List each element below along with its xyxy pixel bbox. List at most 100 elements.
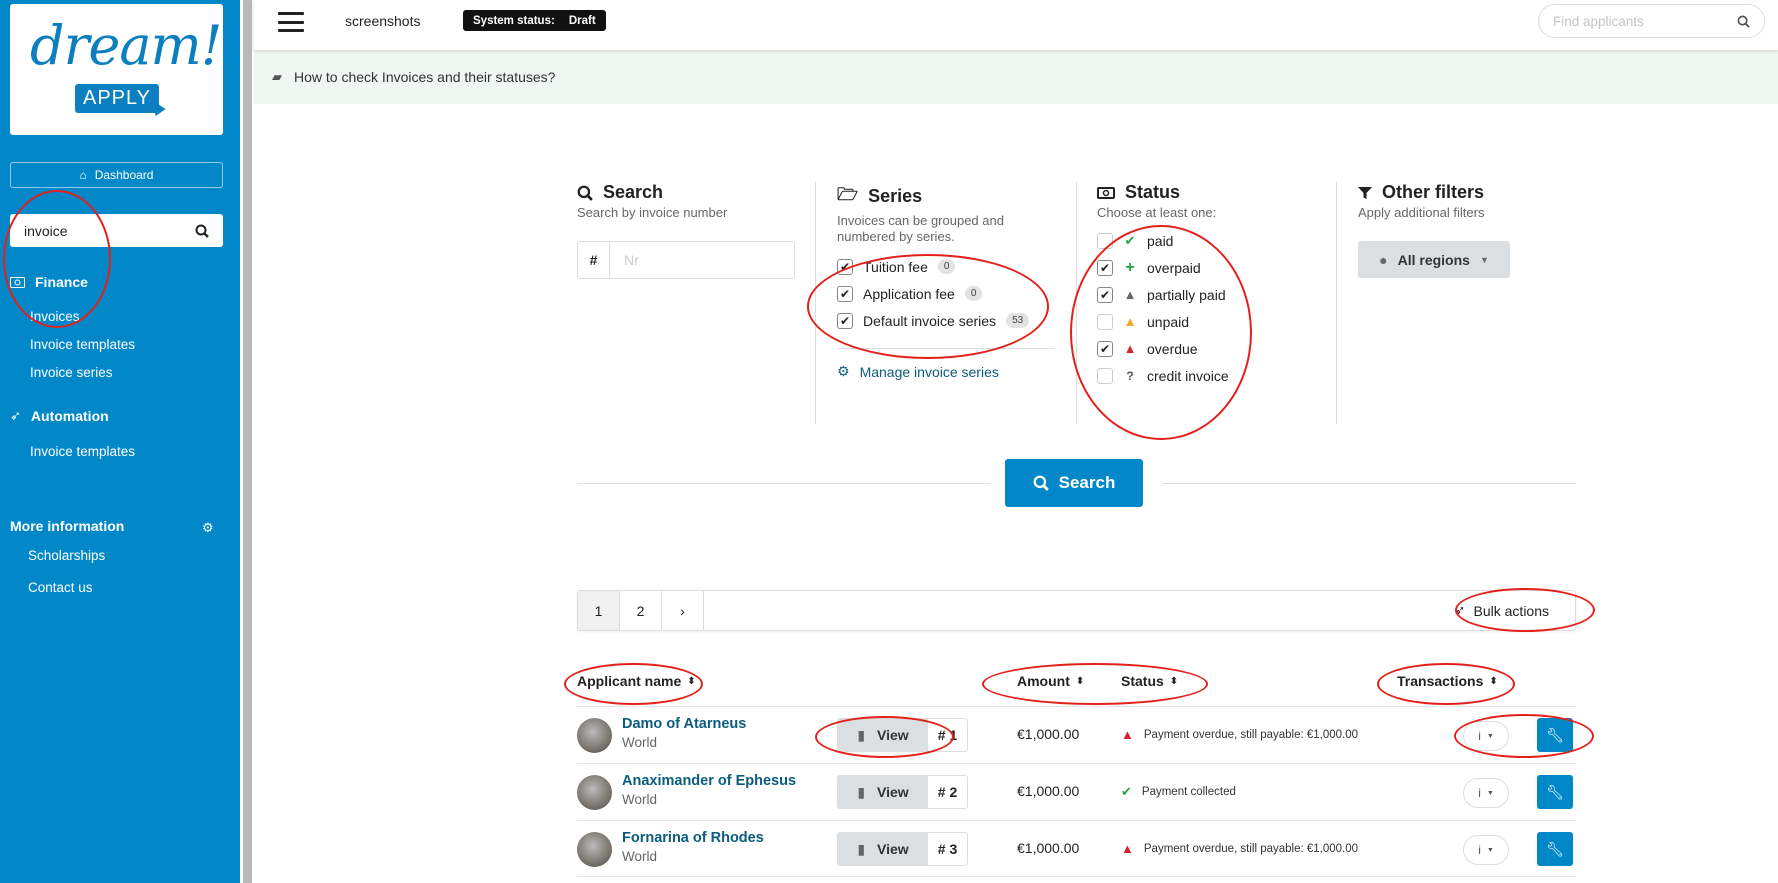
checkbox[interactable]: ✔: [837, 312, 853, 329]
view-button[interactable]: ▮ View: [838, 719, 928, 751]
series-option[interactable]: ✔ Tuition fee 0: [837, 253, 1057, 280]
file-icon: ▮: [857, 840, 866, 857]
checkbox[interactable]: ✔: [837, 258, 853, 275]
edit-button[interactable]: 🔧︎: [1537, 718, 1573, 752]
invoice-number-input[interactable]: [610, 242, 790, 278]
checkbox[interactable]: ✔: [1097, 286, 1113, 303]
payment-status: ▲ Payment overdue, still payable: €1,000.…: [1121, 727, 1358, 742]
help-text: How to check Invoices and their statuses…: [294, 69, 556, 85]
sort-transactions[interactable]: Transactions ⬍: [1397, 673, 1498, 689]
find-applicants-input[interactable]: [1553, 13, 1723, 29]
status-option-unpaid[interactable]: ▲ unpaid: [1097, 308, 1229, 335]
series-option[interactable]: ✔ Default invoice series 53: [837, 307, 1057, 334]
status-option-partially-paid[interactable]: ✔ ▲ partially paid: [1097, 281, 1229, 308]
page-2[interactable]: 2: [620, 591, 662, 630]
status-label: credit invoice: [1147, 367, 1229, 384]
sidebar-item-invoice-templates[interactable]: Invoice templates: [30, 337, 135, 352]
status-option-paid[interactable]: ✔ paid: [1097, 227, 1229, 254]
transactions-dropdown[interactable]: i ▼: [1463, 721, 1509, 751]
money-icon: [1097, 186, 1115, 199]
caret-down-icon: ▼: [1486, 732, 1494, 740]
checkbox[interactable]: [1097, 367, 1113, 384]
view-invoice: ▮ View # 3: [837, 832, 968, 866]
divider: [815, 182, 816, 424]
edit-button[interactable]: 🔧︎: [1537, 775, 1573, 809]
edit-button[interactable]: 🔧︎: [1537, 832, 1573, 866]
amount: €1,000.00: [1017, 726, 1080, 742]
filter-icon: [1358, 186, 1372, 199]
info-icon: i: [1478, 786, 1481, 800]
sidebar-item-automation-invoice-templates[interactable]: Invoice templates: [30, 444, 135, 459]
avatar[interactable]: [577, 718, 612, 753]
logo-text: dream!: [30, 14, 222, 77]
hash-prefix: #: [578, 242, 610, 278]
checkbox[interactable]: ✔: [1097, 340, 1113, 357]
applicant-region: World: [622, 849, 658, 864]
sidebar-search-input[interactable]: [24, 222, 174, 239]
search-icon[interactable]: [195, 224, 209, 238]
check-icon: ✔: [1121, 784, 1132, 799]
warning-icon: ▲: [1121, 841, 1134, 856]
caret-down-icon: ▼: [1486, 846, 1494, 854]
site-name[interactable]: screenshots: [345, 13, 420, 29]
table-row: Fornarina of Rhodes World ▮ View # 3 €1,0…: [577, 820, 1576, 877]
sidebar-section-finance[interactable]: Finance: [10, 274, 88, 290]
sidebar-item-scholarships[interactable]: Scholarships: [28, 548, 105, 563]
search-button[interactable]: Search: [1005, 459, 1143, 507]
manage-invoice-series-link[interactable]: ⚙ Manage invoice series: [837, 363, 1057, 380]
sidebar-item-invoice-series[interactable]: Invoice series: [30, 365, 113, 380]
applicant-name-link[interactable]: Anaximander of Ephesus: [622, 773, 796, 789]
pagination: 1 2 › ➶ Bulk actions: [577, 590, 1576, 631]
sort-status[interactable]: Status ⬍: [1121, 673, 1178, 689]
sidebar-scrollbar[interactable]: [240, 0, 254, 883]
bulk-actions-button[interactable]: ➶ Bulk actions: [1454, 591, 1575, 630]
sidebar-item-contact-us[interactable]: Contact us: [28, 580, 93, 595]
transactions-dropdown[interactable]: i ▼: [1463, 835, 1509, 865]
series-option[interactable]: ✔ Application fee 0: [837, 280, 1057, 307]
header-label: Applicant name: [577, 673, 682, 689]
applicant-name-link[interactable]: Damo of Atarneus: [622, 716, 746, 732]
menu-icon[interactable]: [278, 12, 304, 32]
manage-label: Manage invoice series: [859, 363, 999, 380]
sidebar-item-invoices[interactable]: Invoices: [30, 309, 80, 324]
next-page[interactable]: ›: [662, 591, 704, 630]
help-link[interactable]: ▰ How to check Invoices and their status…: [254, 50, 1778, 104]
status-option-credit-invoice[interactable]: ? credit invoice: [1097, 362, 1229, 389]
sort-applicant-name[interactable]: Applicant name ⬍: [577, 673, 696, 689]
avatar[interactable]: [577, 832, 612, 867]
checkbox[interactable]: ✔: [837, 285, 853, 302]
gear-icon[interactable]: ⚙: [202, 520, 214, 536]
sort-amount[interactable]: Amount ⬍: [1017, 673, 1084, 689]
scrollbar-thumb[interactable]: [243, 0, 252, 883]
avatar[interactable]: [577, 775, 612, 810]
filter-search: Search Search by invoice number #: [577, 182, 795, 279]
amount: €1,000.00: [1017, 783, 1080, 799]
transactions-dropdown[interactable]: i ▼: [1463, 778, 1509, 808]
count-badge: 0: [937, 259, 956, 274]
checkbox[interactable]: [1097, 232, 1113, 249]
view-button[interactable]: ▮ View: [838, 833, 928, 865]
invoice-number-field: #: [577, 241, 795, 279]
status-option-overpaid[interactable]: ✔ + overpaid: [1097, 254, 1229, 281]
sidebar-section-more-information[interactable]: More information: [10, 518, 124, 534]
logo[interactable]: dream! APPLY: [10, 4, 223, 135]
search-icon[interactable]: [1737, 15, 1750, 28]
warning-icon: ▲: [1123, 287, 1137, 302]
dashboard-button[interactable]: ⌂ Dashboard: [10, 162, 223, 188]
sort-icon: ⬍: [1169, 675, 1179, 687]
view-button[interactable]: ▮ View: [838, 776, 928, 808]
status-label: partially paid: [1147, 286, 1226, 303]
regions-dropdown[interactable]: ● All regions ▼: [1358, 241, 1510, 278]
checkbox[interactable]: [1097, 313, 1113, 330]
count-badge: 0: [964, 286, 983, 301]
amount: €1,000.00: [1017, 840, 1080, 856]
page-1[interactable]: 1: [578, 591, 620, 630]
warning-icon: ▲: [1123, 341, 1137, 356]
applicant-name-link[interactable]: Fornarina of Rhodes: [622, 830, 764, 846]
caret-down-icon: ▼: [1486, 789, 1494, 797]
status-option-overdue[interactable]: ✔ ▲ overdue: [1097, 335, 1229, 362]
series-label: Tuition fee: [863, 258, 928, 275]
series-subtitle: Invoices can be grouped and numbered by …: [837, 213, 1004, 244]
sidebar-section-automation[interactable]: ➶ Automation: [10, 408, 109, 424]
checkbox[interactable]: ✔: [1097, 259, 1113, 276]
